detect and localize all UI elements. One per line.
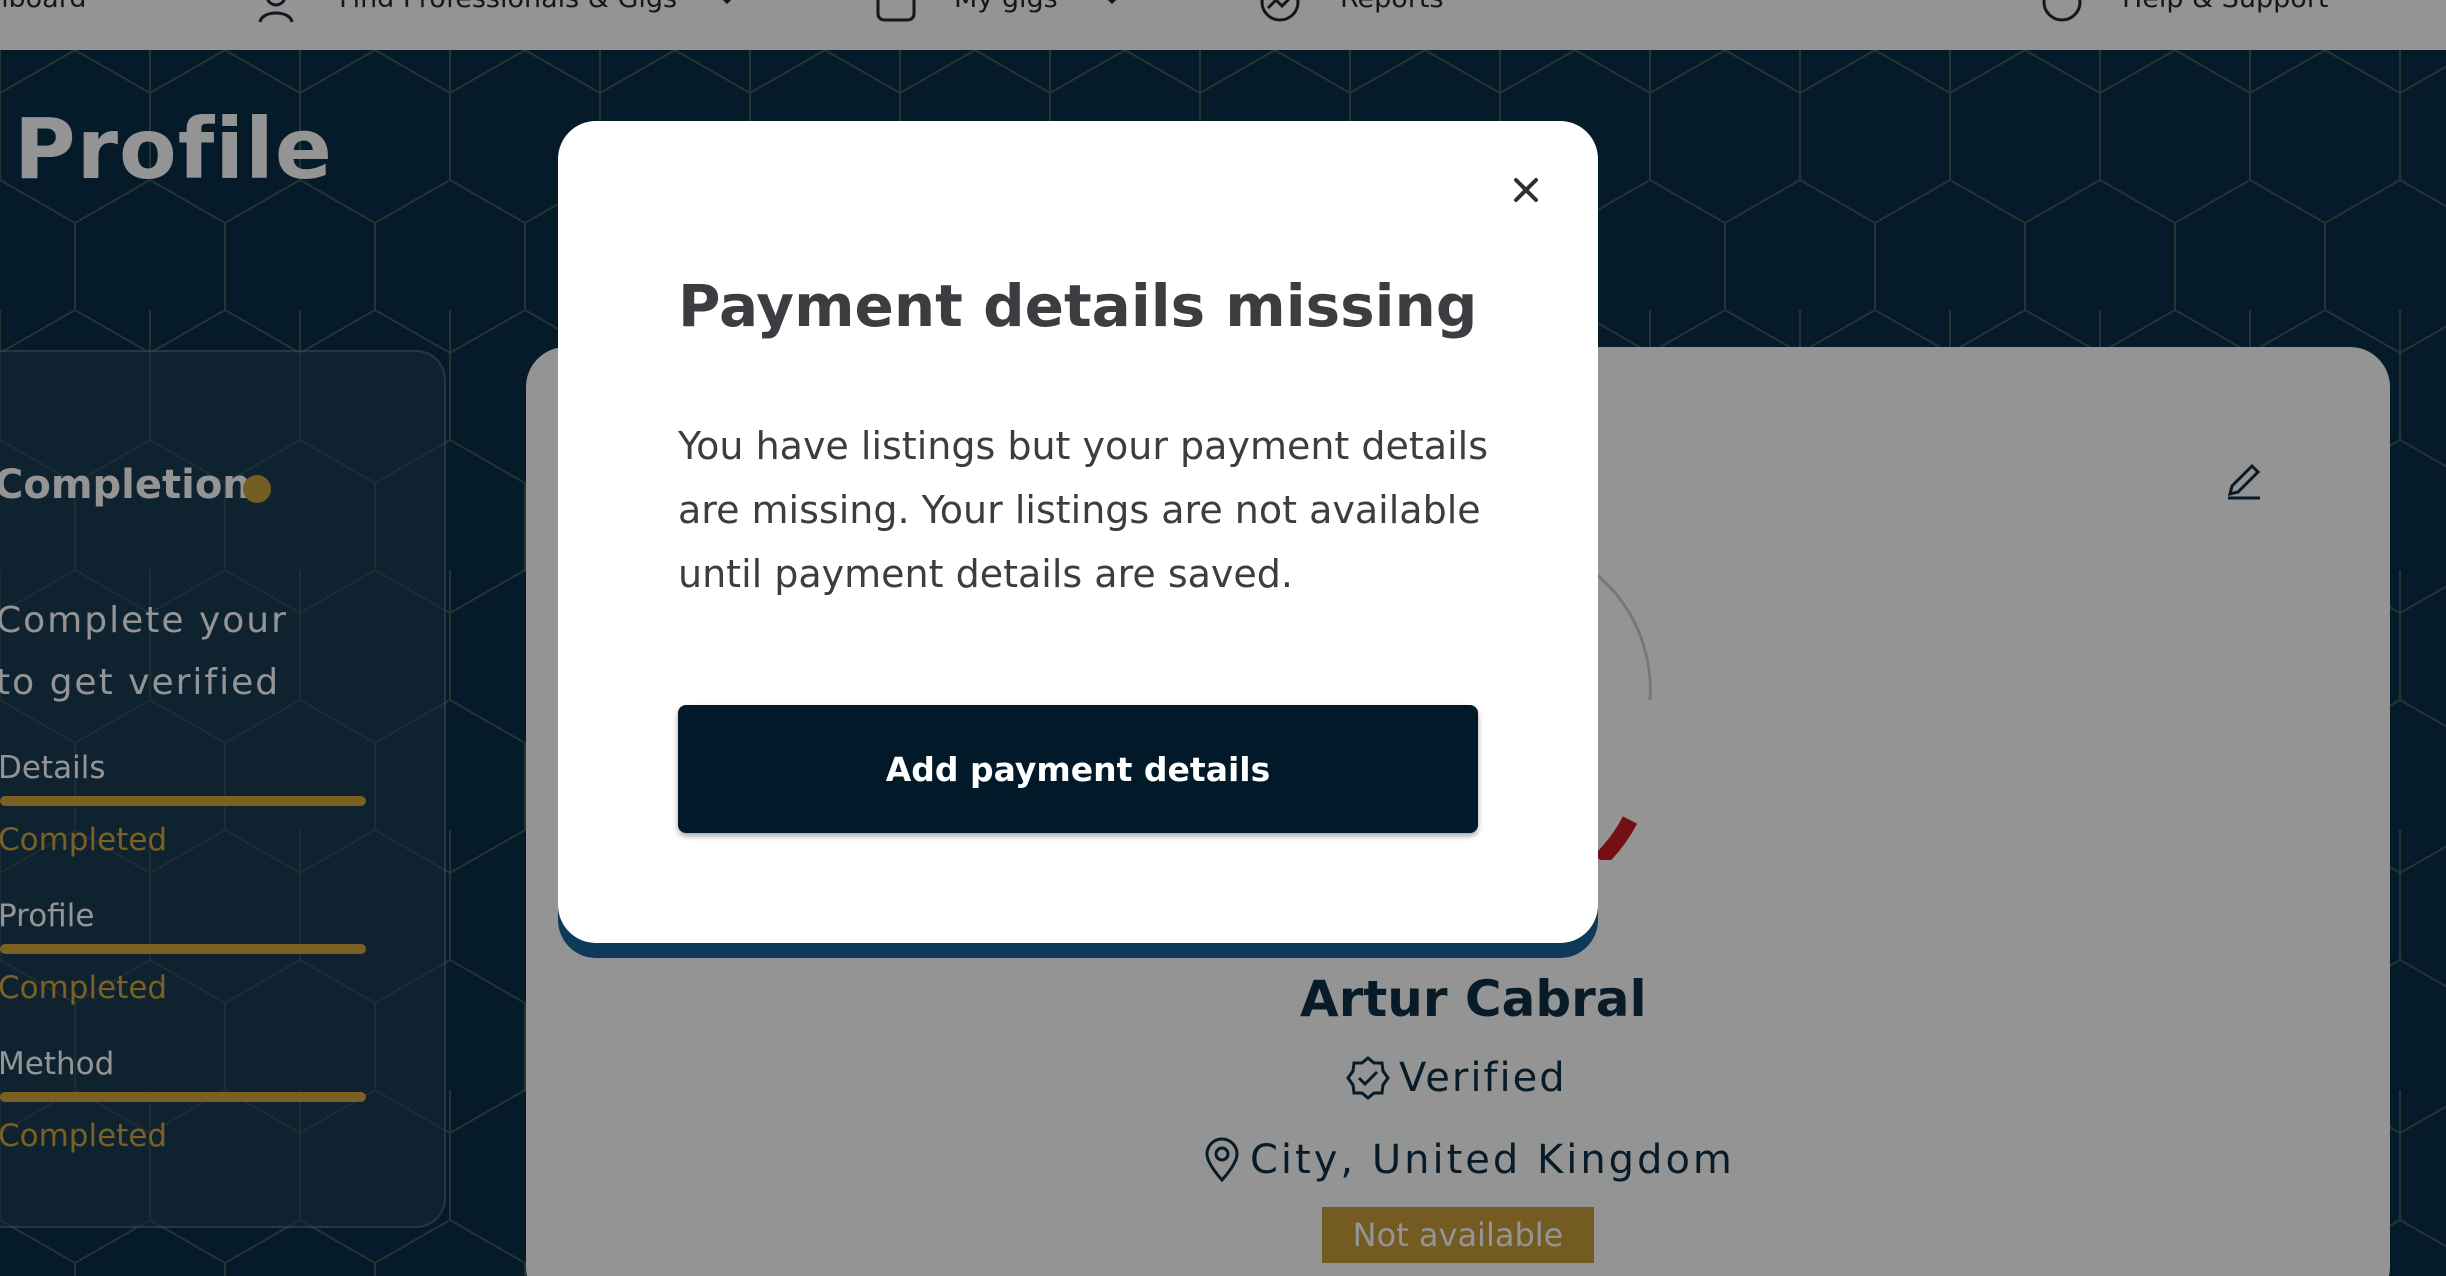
modal-body-text: You have listings but your payment detai… (678, 424, 1489, 596)
close-icon[interactable] (1506, 170, 1546, 210)
add-payment-details-button[interactable]: Add payment details (678, 705, 1478, 833)
modal-title: Payment details missing (678, 272, 1478, 340)
